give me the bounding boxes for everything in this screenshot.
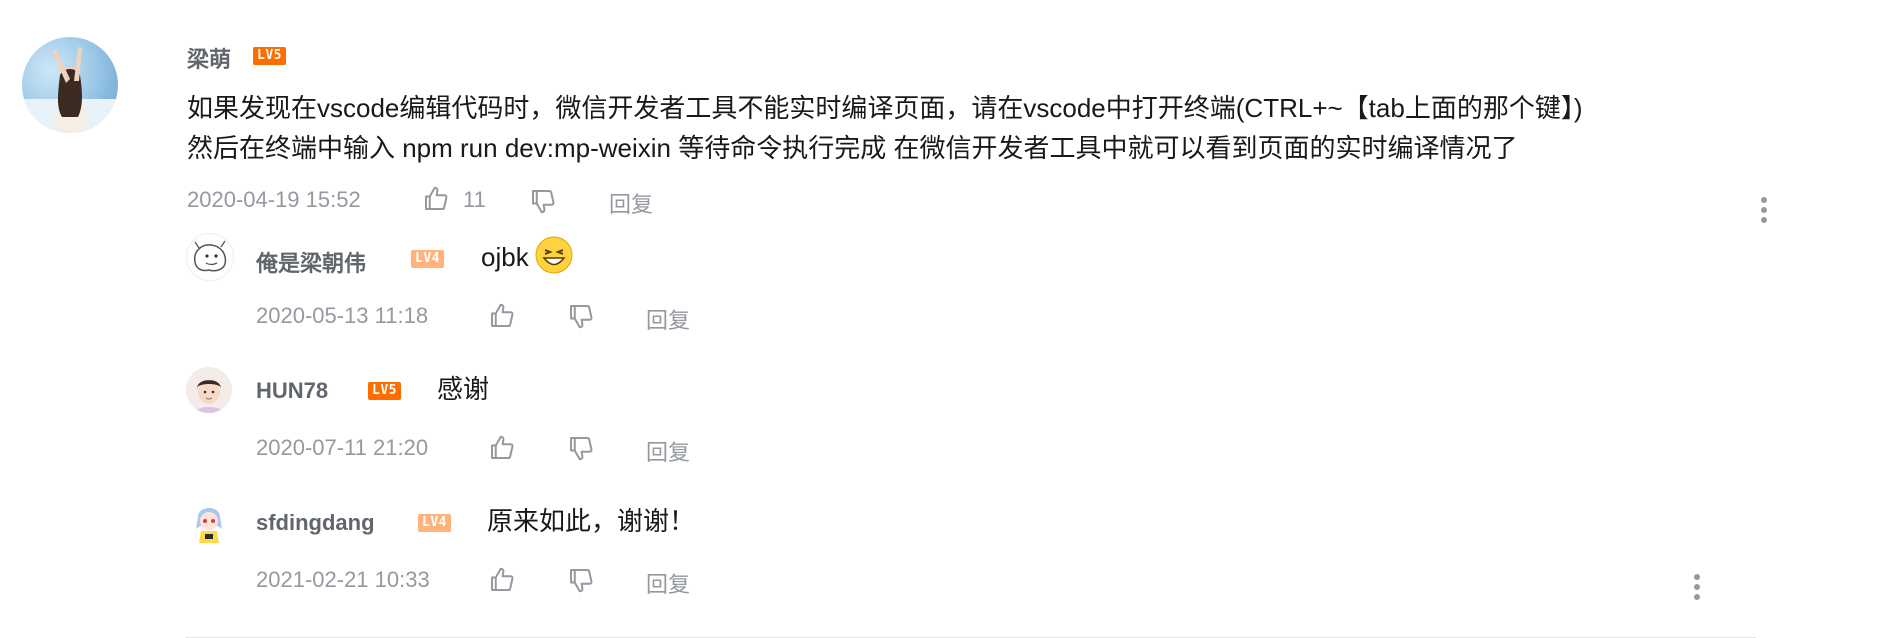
comment-username[interactable]: 梁萌 xyxy=(187,42,231,74)
avatar[interactable] xyxy=(186,499,232,545)
like-button[interactable] xyxy=(487,301,517,336)
thumbs-down-icon xyxy=(570,305,593,329)
dislike-button[interactable] xyxy=(566,301,596,336)
reply-button[interactable]: 回复 xyxy=(609,187,653,219)
dislike-button[interactable] xyxy=(566,433,596,468)
thumbs-up-icon xyxy=(491,435,514,459)
reply-username[interactable]: sfdingdang xyxy=(256,510,375,536)
reply-content: 感谢 xyxy=(437,374,490,404)
like-button[interactable] xyxy=(487,565,517,600)
thumbs-up-icon xyxy=(491,567,514,591)
avatar[interactable] xyxy=(186,233,234,281)
like-count: 11 xyxy=(463,187,486,212)
avatar[interactable] xyxy=(186,367,232,413)
reply-content: 原来如此，谢谢！ xyxy=(487,506,696,536)
more-vertical-icon[interactable] xyxy=(1692,574,1702,606)
reply-username[interactable]: 俺是梁朝伟 xyxy=(256,246,366,278)
like-button[interactable] xyxy=(487,433,517,468)
thumbs-up-icon xyxy=(425,186,448,210)
level-badge: LV4 xyxy=(418,514,451,532)
reply-content: ojbk xyxy=(481,242,529,272)
reply-button[interactable]: 回复 xyxy=(646,567,690,599)
thumbs-down-icon xyxy=(570,437,593,461)
thumbs-up-icon xyxy=(491,303,514,327)
comment-content-line-1: 如果发现在vscode编辑代码时，微信开发者工具不能实时编译页面，请在vscod… xyxy=(187,93,1583,123)
comment-content-line-2: 然后在终端中输入 npm run dev:mp-weixin 等待命令执行完成 … xyxy=(187,133,1518,163)
avatar[interactable] xyxy=(22,37,118,133)
reply-button[interactable]: 回复 xyxy=(646,435,690,467)
more-vertical-icon[interactable] xyxy=(1759,197,1769,229)
level-badge: LV4 xyxy=(411,250,444,268)
laughing-emoji-icon xyxy=(534,235,574,275)
reply-button[interactable]: 回复 xyxy=(646,303,690,335)
dislike-button[interactable] xyxy=(566,565,596,600)
reply-time: 2020-05-13 11:18 xyxy=(256,303,429,328)
like-button[interactable] xyxy=(421,184,451,219)
reply-time: 2020-07-11 21:20 xyxy=(256,435,429,460)
comment-time: 2020-04-19 15:52 xyxy=(187,187,361,212)
dislike-button[interactable] xyxy=(528,186,558,221)
reply-time: 2021-02-21 10:33 xyxy=(256,567,430,592)
level-badge: LV5 xyxy=(368,382,401,400)
thumbs-down-icon xyxy=(570,569,593,593)
reply-username[interactable]: HUN78 xyxy=(256,378,328,404)
thumbs-down-icon xyxy=(532,190,555,214)
level-badge: LV5 xyxy=(253,47,286,65)
